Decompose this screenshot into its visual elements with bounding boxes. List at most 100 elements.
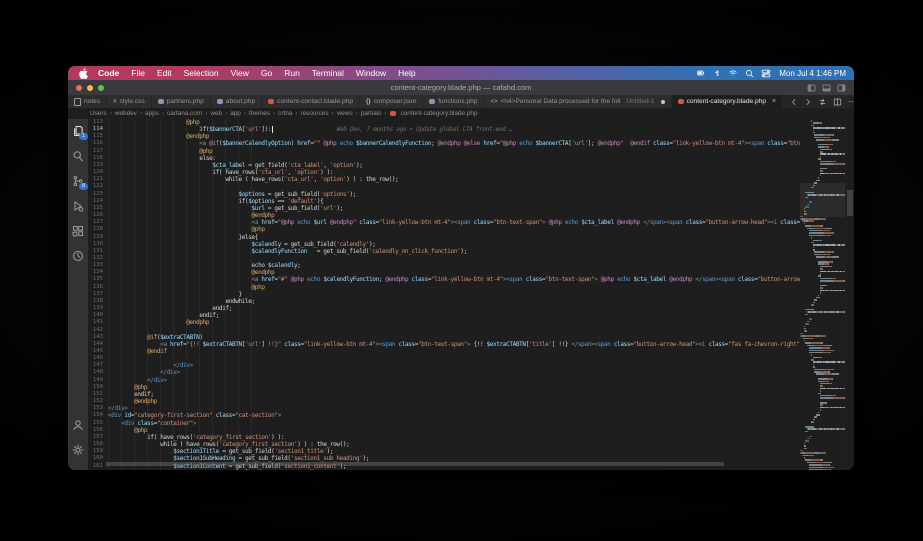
code-text[interactable]: <div class="container">	[108, 420, 196, 427]
code-text[interactable]: $cta_label = get_field('cta_label', 'opt…	[108, 162, 362, 169]
close-tab-icon[interactable]: ×	[772, 98, 776, 105]
files-icon[interactable]: 1	[70, 123, 88, 140]
tab-style.css[interactable]: # style.css	[107, 95, 152, 108]
menu-item-file[interactable]: File	[125, 68, 151, 78]
vertical-scrollbar[interactable]	[847, 190, 853, 216]
line-number[interactable]: 130	[88, 241, 108, 248]
line-number[interactable]: 144	[88, 341, 108, 348]
settings-gear-icon[interactable]	[70, 442, 86, 458]
layout-panel-icon[interactable]	[822, 84, 831, 92]
code-text[interactable]: if($options == 'default'){	[108, 198, 324, 205]
line-number[interactable]: 126	[88, 212, 108, 219]
line-number[interactable]: 122	[88, 183, 108, 190]
minimap-slider[interactable]	[800, 183, 845, 217]
code-editor[interactable]: 113 @php 114 if($bannerCTA['url']): Web De…	[88, 119, 800, 470]
line-number[interactable]: 158	[88, 441, 108, 448]
breadcrumb-item-web[interactable]: web	[210, 110, 222, 117]
line-number[interactable]: 150	[88, 384, 108, 391]
code-text[interactable]: @endphp	[108, 212, 275, 219]
line-number[interactable]: 151	[88, 391, 108, 398]
code-text[interactable]: else:	[108, 155, 216, 162]
source-control-icon[interactable]: 8	[70, 173, 88, 190]
line-number[interactable]: 113	[88, 119, 108, 126]
line-number[interactable]: 139	[88, 305, 108, 312]
breadcrumb-item-views[interactable]: views	[337, 110, 353, 117]
code-text[interactable]: $url = get_sub_field('url');	[108, 205, 344, 212]
breadcrumb-item-themes[interactable]: themes	[249, 110, 270, 117]
tab-partners.php[interactable]: partners.php	[151, 95, 211, 108]
line-number[interactable]: 149	[88, 377, 108, 384]
line-number[interactable]: 155	[88, 420, 108, 427]
line-number[interactable]: 115	[88, 133, 108, 140]
code-text[interactable]: @endphp	[108, 319, 209, 326]
line-number[interactable]: 119	[88, 162, 108, 169]
code-text[interactable]: if( have_rows('cta_url', 'option') ):	[108, 169, 333, 176]
go-forward-icon[interactable]	[804, 98, 812, 106]
menu-bar-clock[interactable]: Mon Jul 4 1:46 PM	[779, 69, 846, 78]
line-number[interactable]: 140	[88, 312, 108, 319]
layout-sidebar-right-icon[interactable]	[837, 84, 846, 92]
line-number[interactable]: 116	[88, 140, 108, 147]
code-text[interactable]: if($bannerCTA['url']): Web Dev, 7 months …	[108, 126, 512, 133]
close-window-button[interactable]	[76, 84, 82, 91]
breadcrumb-item-app[interactable]: app	[230, 110, 241, 117]
code-text[interactable]: @endphp	[108, 398, 157, 405]
code-text[interactable]: </div>	[108, 369, 180, 376]
layout-sidebar-left-icon[interactable]	[807, 84, 816, 92]
line-number[interactable]: 138	[88, 298, 108, 305]
tab--h4-personal-data-processed-for-the-foll[interactable]: <> <h4>Personal Data processed for the fo…	[484, 95, 672, 108]
line-number[interactable]: 125	[88, 205, 108, 212]
breadcrumb-item-apps[interactable]: apps	[145, 110, 159, 117]
code-text[interactable]: endwhile;	[108, 298, 255, 305]
code-text[interactable]: </div>	[108, 362, 193, 369]
menu-item-help[interactable]: Help	[392, 68, 421, 78]
tab-about.php[interactable]: about.php	[210, 95, 263, 108]
go-back-icon[interactable]	[790, 98, 798, 106]
menu-item-code[interactable]: Code	[92, 68, 125, 78]
line-number[interactable]: 136	[88, 284, 108, 291]
menu-item-terminal[interactable]: Terminal	[306, 68, 350, 78]
menu-item-selection[interactable]: Selection	[178, 68, 225, 78]
code-text[interactable]: @php	[108, 148, 212, 155]
breadcrumb-item-webdev[interactable]: webdev	[115, 110, 137, 117]
code-text[interactable]: if( have_rows('category_first_section') …	[108, 434, 284, 441]
menu-item-view[interactable]: View	[225, 68, 255, 78]
tab-content-contact.blade.php[interactable]: content-contact.blade.php	[262, 95, 361, 108]
code-text[interactable]: while ( have_rows('cta_url', 'option') )…	[108, 176, 398, 183]
line-number[interactable]: 131	[88, 248, 108, 255]
code-text[interactable]: @endphp	[108, 269, 275, 276]
code-text[interactable]: while ( have_rows('category_first_sectio…	[108, 441, 350, 448]
search-icon[interactable]	[70, 148, 86, 164]
line-number[interactable]: 148	[88, 369, 108, 376]
tab-composer.json[interactable]: {} composer.json	[360, 95, 424, 108]
extensions-icon[interactable]	[70, 223, 86, 239]
code-text[interactable]: <a @if($bannerCalendlyOption) href="" @p…	[108, 140, 800, 147]
breadcrumb-item-partials[interactable]: partials	[361, 110, 382, 117]
code-text[interactable]: <div id="category-first-section" class="…	[108, 412, 281, 419]
wifi-icon[interactable]	[728, 69, 738, 77]
code-text[interactable]: @if($extraCTABTN)	[108, 334, 203, 341]
code-text[interactable]: @php	[108, 384, 147, 391]
code-text[interactable]: $calendlyFunction = get_sub_field('calen…	[108, 248, 468, 255]
line-number[interactable]: 134	[88, 269, 108, 276]
line-number[interactable]: 145	[88, 348, 108, 355]
code-text[interactable]: echo $calendly;	[108, 262, 301, 269]
breadcrumb-item-crtna[interactable]: crtna	[278, 110, 292, 117]
code-text[interactable]: endif;	[108, 305, 232, 312]
line-number[interactable]: 133	[88, 262, 108, 269]
line-number[interactable]: 132	[88, 255, 108, 262]
split-editor-icon[interactable]	[833, 98, 842, 106]
line-number[interactable]: 156	[88, 427, 108, 434]
apple-menu-icon[interactable]	[76, 67, 90, 79]
code-text[interactable]: <a href="{!! $extraCTABTN['url'] !!}" cl…	[108, 341, 800, 348]
bluetooth-icon[interactable]	[714, 69, 721, 78]
clock-extension-icon[interactable]	[70, 248, 86, 264]
code-text[interactable]: $options = get_sub_field('options');	[108, 191, 357, 198]
line-number[interactable]: 161	[88, 463, 108, 470]
line-number[interactable]: 129	[88, 234, 108, 241]
code-text[interactable]: </div>	[108, 377, 167, 384]
menu-item-window[interactable]: Window	[350, 68, 392, 78]
line-number[interactable]: 147	[88, 362, 108, 369]
code-text[interactable]: @php	[108, 427, 147, 434]
breadcrumb-item-cartana.com[interactable]: cartana.com	[167, 110, 202, 117]
